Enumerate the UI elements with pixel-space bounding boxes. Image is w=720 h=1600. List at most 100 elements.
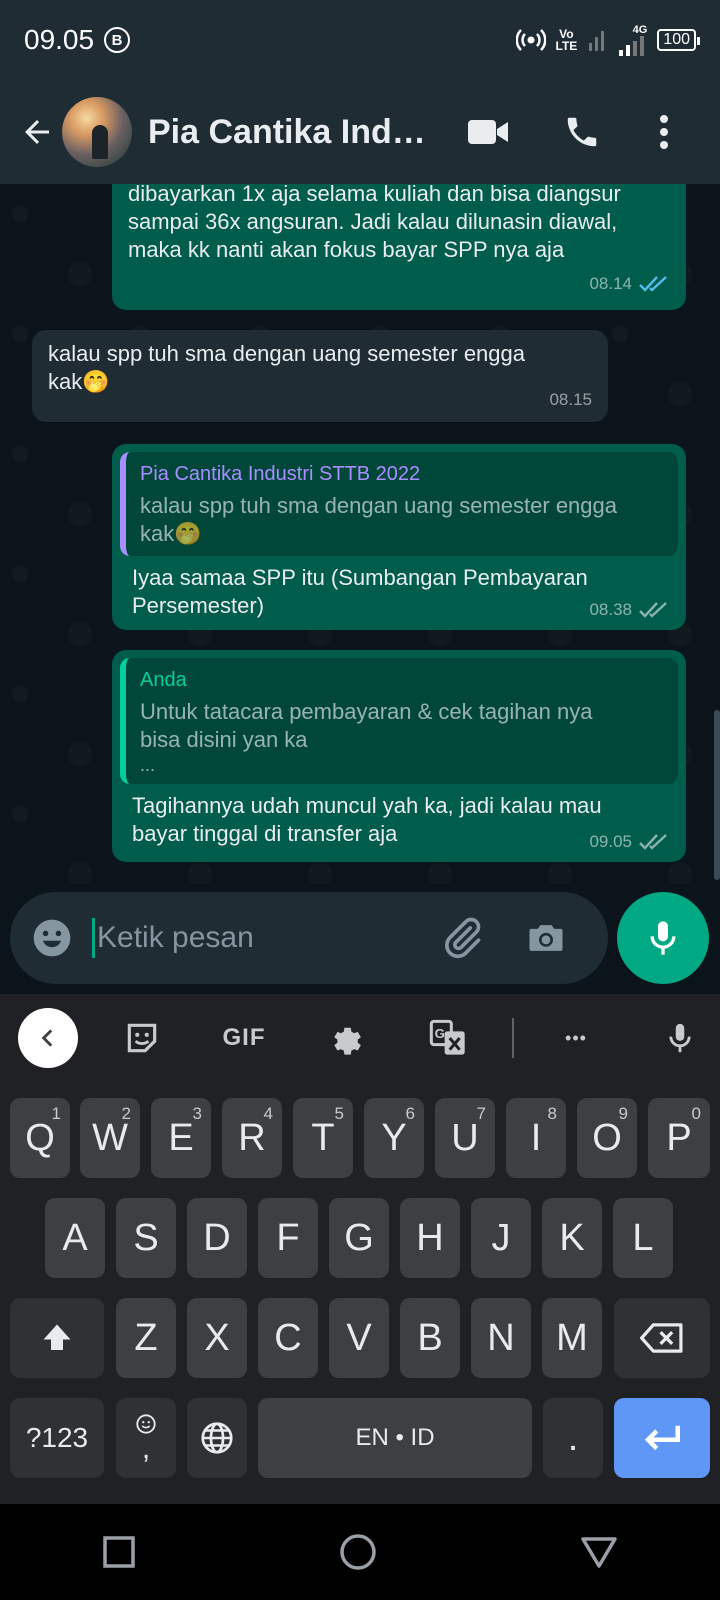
enter-icon (644, 1425, 681, 1451)
gif-button[interactable]: GIF (214, 1008, 274, 1068)
translate-icon: G (429, 1019, 465, 1055)
key-a[interactable]: A (45, 1198, 105, 1278)
message-text: dibayarkan 1x aja selama kuliah dan bisa… (128, 184, 621, 262)
emoji-comma-key[interactable]: , (116, 1398, 176, 1478)
key-u[interactable]: U7 (435, 1098, 495, 1178)
key-g[interactable]: G (329, 1198, 389, 1278)
more-vertical-icon (660, 115, 668, 149)
key-s[interactable]: S (116, 1198, 176, 1278)
voice-call-button[interactable] (554, 104, 610, 160)
camera-icon[interactable] (524, 916, 568, 960)
back-nav-icon[interactable] (580, 1535, 618, 1569)
sticker-button[interactable] (112, 1008, 172, 1068)
scrollbar[interactable] (714, 710, 720, 880)
status-time: 09.05 (24, 24, 95, 55)
volte-icon: Vo LTE (555, 27, 578, 53)
symbols-key[interactable]: ?123 (10, 1398, 104, 1478)
more-button[interactable]: ••• (546, 1008, 606, 1068)
status-bar: 09.05 B Vo LTE 4G 100 (0, 0, 720, 80)
message-input[interactable]: Ketik pesan (92, 918, 422, 958)
quoted-message[interactable]: Pia Cantika Industri STTB 2022 kalau spp… (120, 452, 678, 556)
svg-text:G: G (435, 1026, 445, 1041)
key-j[interactable]: J (471, 1198, 531, 1278)
settings-button[interactable] (316, 1008, 376, 1068)
shift-key[interactable] (10, 1298, 104, 1378)
language-key[interactable] (187, 1398, 247, 1478)
composer: Ketik pesan (0, 884, 720, 994)
key-z[interactable]: Z (116, 1298, 176, 1378)
key-m[interactable]: M (542, 1298, 602, 1378)
avatar[interactable] (62, 97, 132, 167)
key-n[interactable]: N (471, 1298, 531, 1378)
key-i[interactable]: I8 (506, 1098, 566, 1178)
key-v[interactable]: V (329, 1298, 389, 1378)
attach-icon[interactable] (440, 916, 484, 960)
message-meta: 08.38 (589, 596, 670, 624)
message-meta: 09.05 (589, 828, 670, 856)
sticker-icon (127, 1023, 157, 1053)
message-meta: 08.14 (128, 270, 670, 298)
message-outgoing[interactable]: dibayarkan 1x aja selama kuliah dan bisa… (112, 184, 686, 310)
message-time: 08.15 (549, 390, 592, 409)
key-x[interactable]: X (187, 1298, 247, 1378)
message-input-bar: Ketik pesan (10, 892, 608, 984)
key-r[interactable]: R4 (222, 1098, 282, 1178)
more-options-button[interactable] (636, 104, 692, 160)
chat-header: Pia Cantika Indu… (0, 80, 720, 184)
collapse-toolbar-button[interactable] (18, 1008, 78, 1068)
key-d[interactable]: D (187, 1198, 247, 1278)
quoted-message[interactable]: Anda Untuk tatacara pembayaran & cek tag… (120, 658, 678, 784)
back-button[interactable] (12, 107, 62, 157)
keyboard: GIF G ••• Q1 W2 E3 R4 T5 Y6 U7 I8 O9 P0 … (0, 994, 720, 1504)
key-y[interactable]: Y6 (364, 1098, 424, 1178)
home-icon[interactable] (339, 1533, 377, 1571)
quote-author: Pia Cantika Industri STTB 2022 (140, 463, 421, 485)
message-incoming[interactable]: kalau spp tuh sma dengan uang semester e… (32, 330, 608, 422)
enter-key[interactable] (614, 1398, 710, 1478)
double-check-icon (639, 276, 667, 292)
battery-icon: 100 (657, 29, 700, 51)
key-c[interactable]: C (258, 1298, 318, 1378)
keyboard-toolbar: GIF G ••• (0, 994, 720, 1082)
key-w[interactable]: W2 (80, 1098, 140, 1178)
voice-typing-button[interactable] (650, 1008, 710, 1068)
globe-icon (201, 1422, 233, 1454)
quote-text: Untuk tatacara pembayaran & cek tagihan … (140, 699, 593, 775)
video-call-button[interactable] (460, 104, 516, 160)
space-key[interactable]: EN • ID (258, 1398, 532, 1478)
message-meta: 08.15 (549, 386, 592, 414)
key-k[interactable]: K (542, 1198, 602, 1278)
recents-icon[interactable] (102, 1535, 136, 1569)
microphone-icon (650, 921, 676, 955)
chevron-left-icon (41, 1029, 53, 1047)
translate-button[interactable]: G (418, 1008, 478, 1068)
chat-title[interactable]: Pia Cantika Indu… (148, 113, 440, 152)
arrow-left-icon (25, 120, 49, 144)
emoji: 🤭 (82, 369, 110, 394)
backspace-key[interactable] (614, 1298, 710, 1378)
key-q[interactable]: Q1 (10, 1098, 70, 1178)
key-l[interactable]: L (613, 1198, 673, 1278)
key-t[interactable]: T5 (293, 1098, 353, 1178)
message-time: 08.14 (589, 274, 632, 293)
message-outgoing-reply[interactable]: Anda Untuk tatacara pembayaran & cek tag… (112, 650, 686, 862)
key-e[interactable]: E3 (151, 1098, 211, 1178)
emoji-icon[interactable] (30, 916, 74, 960)
double-check-icon (639, 834, 667, 850)
message-outgoing-reply[interactable]: Pia Cantika Industri STTB 2022 kalau spp… (112, 444, 686, 630)
period-key[interactable]: . (543, 1398, 603, 1478)
key-o[interactable]: O9 (577, 1098, 637, 1178)
voice-message-button[interactable] (617, 892, 709, 984)
message-time: 09.05 (589, 832, 632, 851)
phone-icon (567, 117, 597, 147)
shift-icon (43, 1324, 71, 1350)
hotspot-icon (515, 29, 546, 51)
key-f[interactable]: F (258, 1198, 318, 1278)
toolbar-divider (512, 1018, 514, 1058)
message-time: 08.38 (589, 600, 632, 619)
key-b[interactable]: B (400, 1298, 460, 1378)
key-h[interactable]: H (400, 1198, 460, 1278)
key-p[interactable]: P0 (648, 1098, 710, 1178)
chat-messages[interactable]: dibayarkan 1x aja selama kuliah dan bisa… (0, 184, 720, 884)
message-text: kalau spp tuh sma dengan uang semester e… (48, 341, 525, 394)
